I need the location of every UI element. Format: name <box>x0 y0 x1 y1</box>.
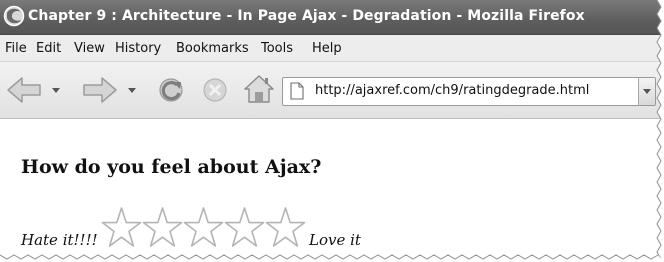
window-title: Chapter 9 : Architecture - In Page Ajax … <box>28 8 585 24</box>
chevron-down-icon <box>643 89 651 94</box>
stop-button[interactable] <box>200 75 230 105</box>
menu-history[interactable]: History <box>115 41 161 56</box>
page-icon <box>290 82 304 100</box>
page-heading: How do you feel about Ajax? <box>21 156 322 178</box>
rating-high-label: Love it <box>309 231 361 249</box>
star-2-icon[interactable] <box>142 205 183 249</box>
menu-file[interactable]: File <box>5 41 27 56</box>
star-rating <box>101 205 307 251</box>
page-content: How do you feel about Ajax? Hate it!!!! … <box>0 119 664 262</box>
star-5-icon[interactable] <box>265 205 306 249</box>
title-bar: Chapter 9 : Architecture - In Page Ajax … <box>0 0 664 35</box>
forward-button[interactable] <box>80 74 142 106</box>
menu-tools[interactable]: Tools <box>261 41 293 56</box>
forward-arrow-icon <box>83 77 117 103</box>
back-button[interactable] <box>4 74 66 106</box>
forward-history-dropdown[interactable] <box>128 88 136 93</box>
url-bar[interactable]: http://ajaxref.com/ch9/ratingdegrade.htm… <box>282 77 656 106</box>
reload-icon <box>159 78 183 102</box>
menu-edit[interactable]: Edit <box>36 41 61 56</box>
star-3-icon[interactable] <box>183 205 224 249</box>
stop-icon <box>203 78 227 102</box>
back-arrow-icon <box>7 77 41 103</box>
navigation-toolbar: http://ajaxref.com/ch9/ratingdegrade.htm… <box>0 62 664 119</box>
url-text[interactable]: http://ajaxref.com/ch9/ratingdegrade.htm… <box>315 83 589 98</box>
home-button[interactable] <box>242 73 276 105</box>
star-4-icon[interactable] <box>224 205 265 249</box>
star-1-icon[interactable] <box>101 205 142 249</box>
menu-bar: File Edit View History Bookmarks Tools H… <box>0 35 664 62</box>
menu-bookmarks[interactable]: Bookmarks <box>176 41 249 56</box>
firefox-icon <box>3 5 25 27</box>
url-dropdown-button[interactable] <box>638 78 655 105</box>
back-history-dropdown[interactable] <box>52 88 60 93</box>
browser-window: Chapter 9 : Architecture - In Page Ajax … <box>0 0 664 262</box>
menu-view[interactable]: View <box>74 41 105 56</box>
menu-help[interactable]: Help <box>312 41 342 56</box>
rating-low-label: Hate it!!!! <box>21 231 98 249</box>
reload-button[interactable] <box>156 74 188 106</box>
home-icon <box>244 75 274 103</box>
